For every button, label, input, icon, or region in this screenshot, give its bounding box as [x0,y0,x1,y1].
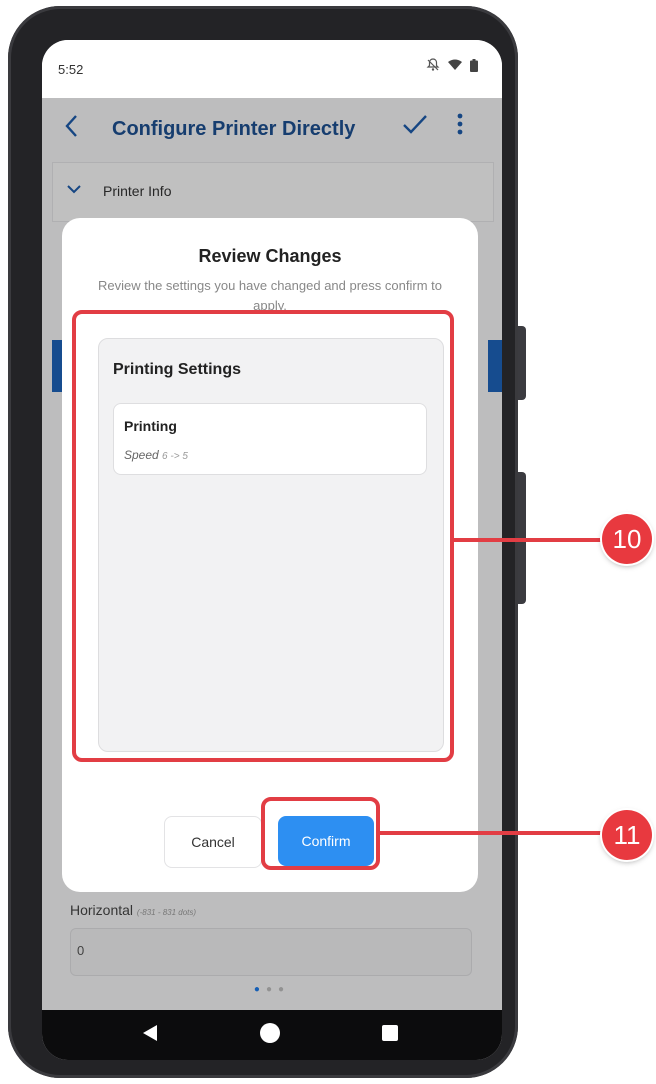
callout-connector [454,538,604,542]
battery-icon [470,58,478,75]
wifi-icon [448,59,462,74]
system-nav-bar [42,1010,502,1060]
cancel-button[interactable]: Cancel [164,816,262,868]
callout-connector [380,831,606,835]
status-icons [426,58,478,75]
callout-badge-11: 11 [602,810,652,860]
notifications-off-icon [426,58,440,75]
dialog-title: Review Changes [198,246,342,266]
nav-home-icon[interactable] [260,1023,280,1043]
volume-button [518,326,526,400]
status-bar: 5:52 [42,40,502,98]
nav-back-icon[interactable] [142,1024,158,1047]
callout-highlight-settings-panel [72,310,454,762]
nav-recents-icon[interactable] [382,1025,398,1041]
status-time: 5:52 [58,62,84,77]
callout-badge-10: 10 [602,514,652,564]
callout-highlight-confirm-button [261,797,380,870]
